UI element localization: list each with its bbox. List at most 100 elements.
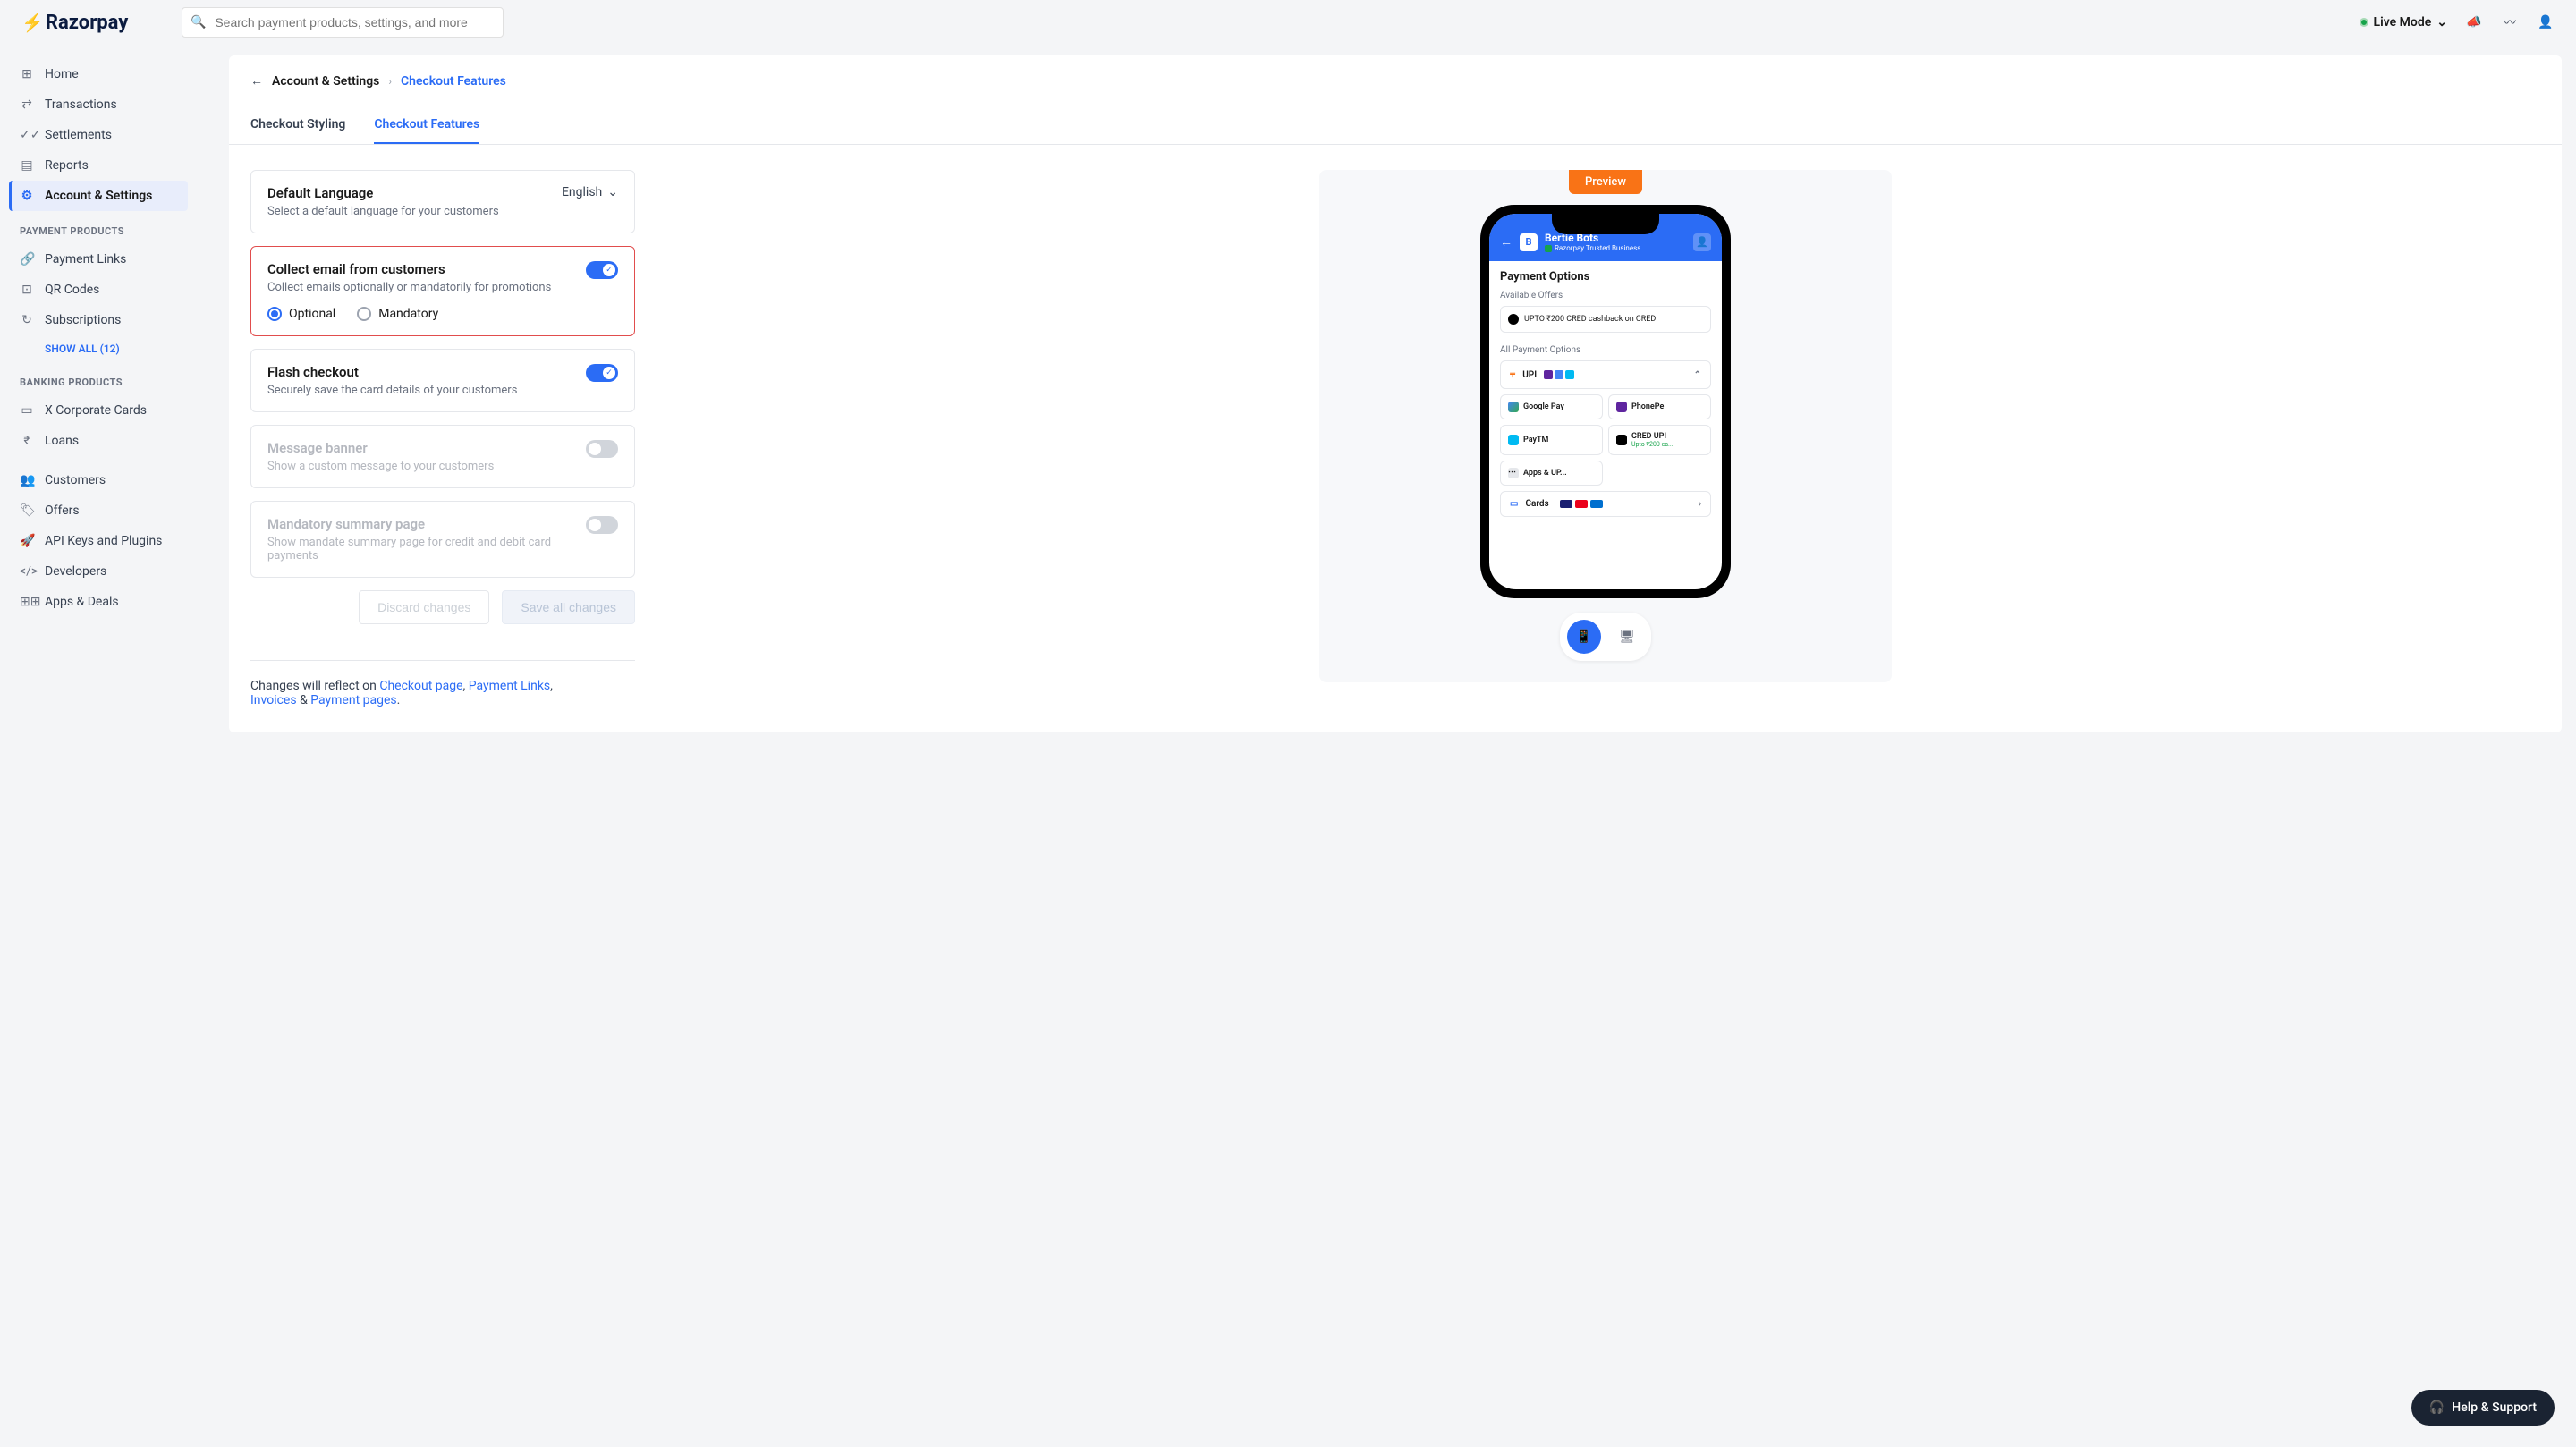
- summary-page-toggle[interactable]: [586, 516, 618, 534]
- nav-corporate-cards[interactable]: ▭X Corporate Cards: [9, 395, 188, 426]
- offer-text: UPTO ₹200 CRED cashback on CRED: [1524, 315, 1656, 324]
- discard-button[interactable]: Discard changes: [359, 590, 489, 624]
- payment-options-title: Payment Options: [1500, 270, 1711, 283]
- paytm-option: PayTM: [1500, 425, 1603, 455]
- link-payment-pages[interactable]: Payment pages: [310, 693, 396, 707]
- nav-payment-links[interactable]: 🔗Payment Links: [9, 244, 188, 275]
- banner-sub: Show a custom message to your customers: [267, 460, 494, 473]
- checkout-back-icon: ←: [1500, 234, 1513, 250]
- offer-item: UPTO ₹200 CRED cashback on CRED: [1500, 306, 1711, 333]
- help-support-button[interactable]: 🎧 Help & Support: [2411, 1390, 2555, 1426]
- breadcrumb-checkout-features[interactable]: Checkout Features: [401, 74, 506, 89]
- nav-customers[interactable]: 👥Customers: [9, 465, 188, 495]
- nav-label: Developers: [45, 564, 106, 579]
- logo[interactable]: ⚡ Razorpay: [21, 12, 128, 34]
- save-button[interactable]: Save all changes: [502, 590, 635, 624]
- radio-optional[interactable]: Optional: [267, 307, 335, 321]
- nav-api-keys[interactable]: 🚀API Keys and Plugins: [9, 526, 188, 556]
- available-offers-label: Available Offers: [1500, 291, 1711, 300]
- more-apps-option: ⋯Apps & UP...: [1500, 461, 1603, 486]
- link-invoices[interactable]: Invoices: [250, 693, 297, 707]
- nav-qr-codes[interactable]: ⊡ QR Codes: [9, 275, 188, 305]
- link-checkout-page[interactable]: Checkout page: [379, 679, 462, 693]
- flash-title: Flash checkout: [267, 364, 517, 380]
- lang-sub: Select a default language for your custo…: [267, 205, 499, 218]
- breadcrumb-account-settings[interactable]: Account & Settings: [272, 74, 379, 89]
- cards-row: ▭ Cards ›: [1500, 491, 1711, 517]
- profile-icon[interactable]: 👤: [2537, 13, 2555, 31]
- nav-label: Customers: [45, 473, 106, 487]
- nav-transactions[interactable]: ⇄Transactions: [9, 89, 188, 120]
- nav-label: Payment Links: [45, 252, 126, 267]
- language-dropdown[interactable]: English ⌄: [562, 185, 618, 199]
- more-icon: ⋯: [1508, 468, 1519, 478]
- collect-email-toggle[interactable]: ✓: [586, 261, 618, 279]
- card-icon: ▭: [1510, 499, 1518, 509]
- gpay-icon: [1508, 402, 1519, 412]
- trusted-badge: Razorpay Trusted Business: [1545, 244, 1686, 252]
- nav-label: QR Codes: [45, 283, 99, 297]
- mobile-view-button[interactable]: 📱: [1567, 620, 1601, 654]
- refresh-icon: ↻: [20, 313, 34, 327]
- nav-home[interactable]: ⊞Home: [9, 59, 188, 89]
- gear-icon: ⚙: [20, 189, 34, 203]
- summary-title: Mandatory summary page: [267, 516, 575, 532]
- check-icon: ✓: [603, 367, 615, 379]
- toggle-knob: [589, 519, 601, 531]
- nav-loans[interactable]: ₹Loans: [9, 426, 188, 456]
- message-banner-toggle[interactable]: [586, 440, 618, 458]
- changes-reflect-note: Changes will reflect on Checkout page, P…: [250, 660, 635, 707]
- form-actions: Discard changes Save all changes: [250, 590, 635, 624]
- toggle-knob: [589, 443, 601, 455]
- gpay-option: Google Pay: [1500, 394, 1603, 419]
- mode-selector[interactable]: Live Mode ⌄: [2360, 15, 2447, 30]
- nav-label: Apps & Deals: [45, 595, 119, 609]
- tab-checkout-features[interactable]: Checkout Features: [374, 106, 479, 144]
- nav-apps-deals[interactable]: ⊞⊞Apps & Deals: [9, 587, 188, 617]
- tab-checkout-styling[interactable]: Checkout Styling: [250, 106, 345, 144]
- nav-label: Subscriptions: [45, 313, 121, 327]
- cards-label: Cards: [1525, 499, 1548, 509]
- chevron-right-icon: ›: [1699, 499, 1701, 509]
- paytm-icon: [1508, 435, 1519, 445]
- qr-icon: ⊡: [20, 283, 34, 297]
- back-arrow-icon[interactable]: ←: [250, 73, 263, 89]
- summary-sub: Show mandate summary page for credit and…: [267, 536, 575, 563]
- device-toggle: 📱 🖥: [1560, 613, 1651, 661]
- sidebar: ⊞Home ⇄Transactions ✓✓Settlements ▤Repor…: [0, 45, 197, 747]
- check-icon: ✓: [603, 264, 615, 276]
- search-wrap: 🔍: [182, 7, 504, 38]
- preview-wrapper: Preview ← B Bertie Bots Razorpay Trusted…: [1319, 170, 1892, 682]
- radio-label: Optional: [289, 307, 335, 321]
- biz-avatar: B: [1520, 233, 1538, 251]
- collect-email-card: Collect email from customers Collect ema…: [250, 246, 635, 336]
- nav-label: Transactions: [45, 97, 117, 112]
- radio-mandatory[interactable]: Mandatory: [357, 307, 438, 321]
- nav-label: Loans: [45, 434, 79, 448]
- nav-settlements[interactable]: ✓✓Settlements: [9, 120, 188, 150]
- banking-products-heading: BANKING PRODUCTS: [9, 362, 188, 395]
- tag-icon: 🏷: [20, 503, 34, 518]
- nav-offers[interactable]: 🏷 Offers: [9, 495, 188, 526]
- desktop-view-button[interactable]: 🖥: [1610, 620, 1644, 654]
- default-language-card: Default Language Select a default langua…: [250, 170, 635, 233]
- nav-label: Offers: [45, 503, 80, 518]
- all-payment-options-label: All Payment Options: [1500, 345, 1711, 355]
- settlements-icon: ✓✓: [20, 128, 34, 142]
- nav-account-settings[interactable]: ⚙Account & Settings: [9, 181, 188, 211]
- link-payment-links[interactable]: Payment Links: [469, 679, 550, 693]
- activity-icon[interactable]: 〰: [2501, 13, 2519, 31]
- announcements-icon[interactable]: 📣: [2465, 13, 2483, 31]
- search-input[interactable]: [182, 7, 504, 38]
- nav-reports[interactable]: ▤Reports: [9, 150, 188, 181]
- flash-checkout-card: Flash checkout Securely save the card de…: [250, 349, 635, 412]
- flash-checkout-toggle[interactable]: ✓: [586, 364, 618, 382]
- nav-subscriptions[interactable]: ↻ Subscriptions: [9, 305, 188, 335]
- nav-developers[interactable]: </>Developers: [9, 556, 188, 587]
- lang-title: Default Language: [267, 185, 499, 201]
- payment-products-heading: PAYMENT PRODUCTS: [9, 211, 188, 244]
- summary-page-card: Mandatory summary page Show mandate summ…: [250, 501, 635, 578]
- flash-sub: Securely save the card details of your c…: [267, 384, 517, 397]
- show-all-link[interactable]: SHOW ALL (12): [9, 335, 188, 362]
- desktop-icon: 🖥: [1619, 630, 1635, 644]
